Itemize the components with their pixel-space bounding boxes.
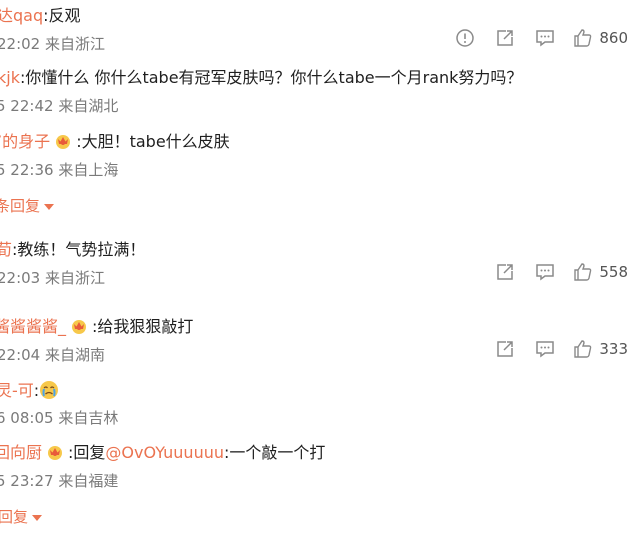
report-button[interactable]	[445, 28, 485, 48]
chevron-down-icon	[32, 514, 43, 521]
comment-3-user[interactable]: 荀	[0, 240, 12, 259]
comment-2-time: 5 22:36	[0, 161, 54, 179]
comment-3: 荀:教练！气势拉满！	[0, 240, 640, 260]
comment-5-location: 来自吉林	[58, 409, 119, 427]
share-icon	[497, 341, 514, 357]
crown-badge-icon	[72, 320, 87, 334]
share-icon	[497, 30, 514, 46]
comment-icon	[536, 264, 555, 281]
comment-4-location: 来自湖南	[45, 346, 106, 364]
comment-2: 7的身子:大胆！tabe什么皮肤	[0, 132, 640, 152]
comment-5-user[interactable]: 灵-可	[0, 381, 34, 400]
comment-5-meta: 6 08:05 来自吉林	[0, 408, 640, 428]
comment-3-meta: 22:03 来自浙江 558	[0, 263, 640, 288]
comment-2-user[interactable]: 7的身子	[0, 132, 50, 151]
mention-link[interactable]: @OvOYuuuuuu	[105, 443, 224, 462]
comment-1-user[interactable]: kjk	[0, 68, 20, 87]
comment-0-meta: 22:02 来自浙江 860	[0, 29, 640, 54]
comment-6-text-post: :一个敲一个打	[223, 443, 326, 462]
comment-1-text: 你懂什么 你什么tabe有冠军皮肤吗？你什么tabe一个月rank努力吗？	[25, 68, 523, 87]
comment-6-text-pre: 回复	[73, 443, 106, 462]
like-count: 860	[599, 29, 628, 47]
crown-badge-icon	[56, 135, 71, 149]
chevron-down-icon	[44, 203, 55, 210]
share-button[interactable]	[485, 339, 525, 359]
comment-4-text: 给我狠狠敲打	[97, 317, 194, 336]
comment-button[interactable]	[525, 339, 565, 359]
thumbs-up-icon	[574, 263, 592, 281]
comment-5-time: 6 08:05	[0, 409, 54, 427]
comment-0-time: 22:02	[0, 35, 41, 53]
crown-badge-icon	[48, 446, 63, 460]
comment-1: kjk:你懂什么 你什么tabe有冠军皮肤吗？你什么tabe一个月rank努力吗…	[0, 68, 640, 88]
like-count: 558	[599, 263, 628, 281]
thumbs-up-icon	[574, 340, 592, 358]
like-button[interactable]: 558	[573, 262, 628, 282]
comment-4: 酱酱酱酱_:给我狠狠敲打	[0, 317, 640, 337]
share-button[interactable]	[485, 262, 525, 282]
comment-icon	[536, 341, 555, 358]
more-replies-1-label: 回复	[0, 508, 29, 526]
comment-icon	[536, 30, 555, 47]
comment-2-text: 大胆！tabe什么皮肤	[81, 132, 230, 151]
thumbs-up-icon	[574, 29, 592, 47]
comment-3-actions: 558	[485, 262, 628, 282]
comment-6-user[interactable]: 回向厨	[0, 443, 42, 462]
crying-face-icon	[40, 381, 59, 399]
more-replies-1[interactable]: 回复	[0, 507, 640, 527]
comment-4-meta: 22:04 来自湖南 333	[0, 340, 640, 365]
exclamation-circle-icon	[456, 29, 475, 47]
comment-1-time: 5 22:42	[0, 97, 54, 115]
comment-0: 达qaq:反观	[0, 6, 640, 26]
comment-6-time: 5 23:27	[0, 472, 54, 490]
comment-0-location: 来自浙江	[45, 35, 106, 53]
comment-6: 回向厨:回复@OvOYuuuuuu:一个敲一个打	[0, 443, 640, 463]
comment-3-time: 22:03	[0, 269, 41, 287]
comment-1-location: 来自湖北	[58, 97, 119, 115]
comment-0-text: 反观	[48, 6, 81, 25]
more-replies-0[interactable]: 条回复	[0, 196, 640, 216]
comment-6-location: 来自福建	[58, 472, 119, 490]
like-count: 333	[599, 340, 628, 358]
more-replies-0-label: 条回复	[0, 197, 41, 215]
comment-4-time: 22:04	[0, 346, 41, 364]
comment-2-meta: 5 22:36 来自上海	[0, 160, 640, 180]
comment-0-actions: 860	[445, 28, 628, 48]
comment-3-text: 教练！气势拉满！	[17, 240, 146, 259]
like-button[interactable]: 860	[573, 28, 628, 48]
comment-6-meta: 5 23:27 来自福建	[0, 471, 640, 491]
comment-1-meta: 5 22:42 来自湖北	[0, 96, 640, 116]
comment-button[interactable]	[525, 28, 565, 48]
comment-5: 灵-可:	[0, 380, 640, 401]
share-button[interactable]	[485, 28, 525, 48]
comment-0-user[interactable]: 达qaq	[0, 6, 43, 25]
comment-2-location: 来自上海	[58, 161, 119, 179]
like-button[interactable]: 333	[573, 339, 628, 359]
comment-3-location: 来自浙江	[45, 269, 106, 287]
comment-4-user[interactable]: 酱酱酱酱_	[0, 317, 66, 336]
share-icon	[497, 264, 514, 280]
comment-button[interactable]	[525, 262, 565, 282]
comment-4-actions: 333	[485, 339, 628, 359]
